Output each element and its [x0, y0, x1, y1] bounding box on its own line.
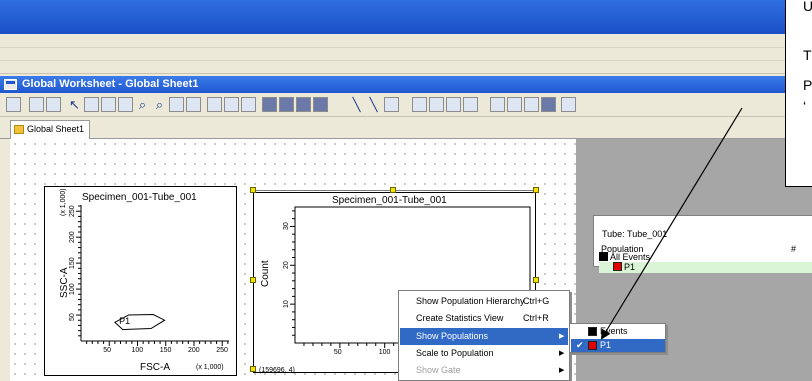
callout-text: ‘ — [803, 98, 807, 114]
count-column-header: # — [791, 244, 797, 254]
resize-handle[interactable] — [533, 187, 539, 193]
submenu-arrow-icon: ▶ — [559, 333, 565, 340]
histogram-y-tick: 10 — [283, 300, 290, 309]
histogram-x-tick: 100 — [378, 349, 391, 356]
menu-item-show-populations[interactable]: Show Populations ▶ — [400, 328, 568, 345]
population-color-swatch — [613, 262, 622, 271]
population-color-swatch — [599, 252, 608, 261]
resize-handle[interactable] — [250, 187, 256, 193]
submenu-item-p1[interactable]: ✔ P1 — [571, 339, 665, 352]
app-window: Global Worksheet - Global Sheet1 ↖ ⌕ ⌕ ╲… — [0, 0, 812, 381]
resize-handle[interactable] — [250, 277, 256, 283]
population-color-swatch — [588, 341, 597, 350]
resize-handle[interactable] — [533, 277, 539, 283]
menu-item-show-population-hierarchy[interactable]: Show Population Hierarchy Ctrl+G — [400, 293, 568, 310]
checkmark-icon: ✔ — [576, 340, 584, 350]
callout-text: T — [803, 47, 812, 63]
population-row-p1[interactable]: P1 — [599, 262, 812, 273]
callout-box: U T P ‘ — [785, 0, 812, 187]
callout-text: U — [803, 0, 812, 14]
context-menu: Show Population Hierarchy Ctrl+G Create S… — [398, 290, 570, 381]
menu-item-show-gate[interactable]: Show Gate ▶ — [400, 362, 568, 379]
tube-value: Tube_001 — [627, 229, 668, 239]
menu-item-create-statistics-view[interactable]: Create Statistics View Ctrl+R — [400, 310, 568, 327]
tube-label: Tube: Tube_001 — [602, 229, 668, 239]
submenu-arrow-icon: ▶ — [559, 350, 565, 357]
menu-item-scale-to-population[interactable]: Scale to Population ▶ — [400, 345, 568, 362]
histogram-y-tick: 30 — [283, 222, 290, 231]
callout-text: P — [803, 77, 812, 93]
histogram-y-tick: 20 — [283, 261, 290, 270]
submenu-item-all-events[interactable]: Events — [571, 325, 665, 338]
resize-handle[interactable] — [250, 366, 256, 372]
coordinate-readout: (159696, 4) — [259, 367, 295, 374]
submenu-arrow-icon: ▶ — [559, 367, 565, 374]
shortcut: Ctrl+R — [523, 313, 549, 323]
population-color-swatch — [588, 327, 597, 336]
resize-handle[interactable] — [390, 187, 396, 193]
shortcut: Ctrl+G — [523, 296, 550, 306]
histogram-x-tick: 50 — [333, 349, 342, 356]
show-populations-submenu: Events ✔ P1 — [569, 323, 666, 353]
population-hierarchy-view[interactable]: Tube: Tube_001 Population # All Events P… — [593, 215, 812, 273]
